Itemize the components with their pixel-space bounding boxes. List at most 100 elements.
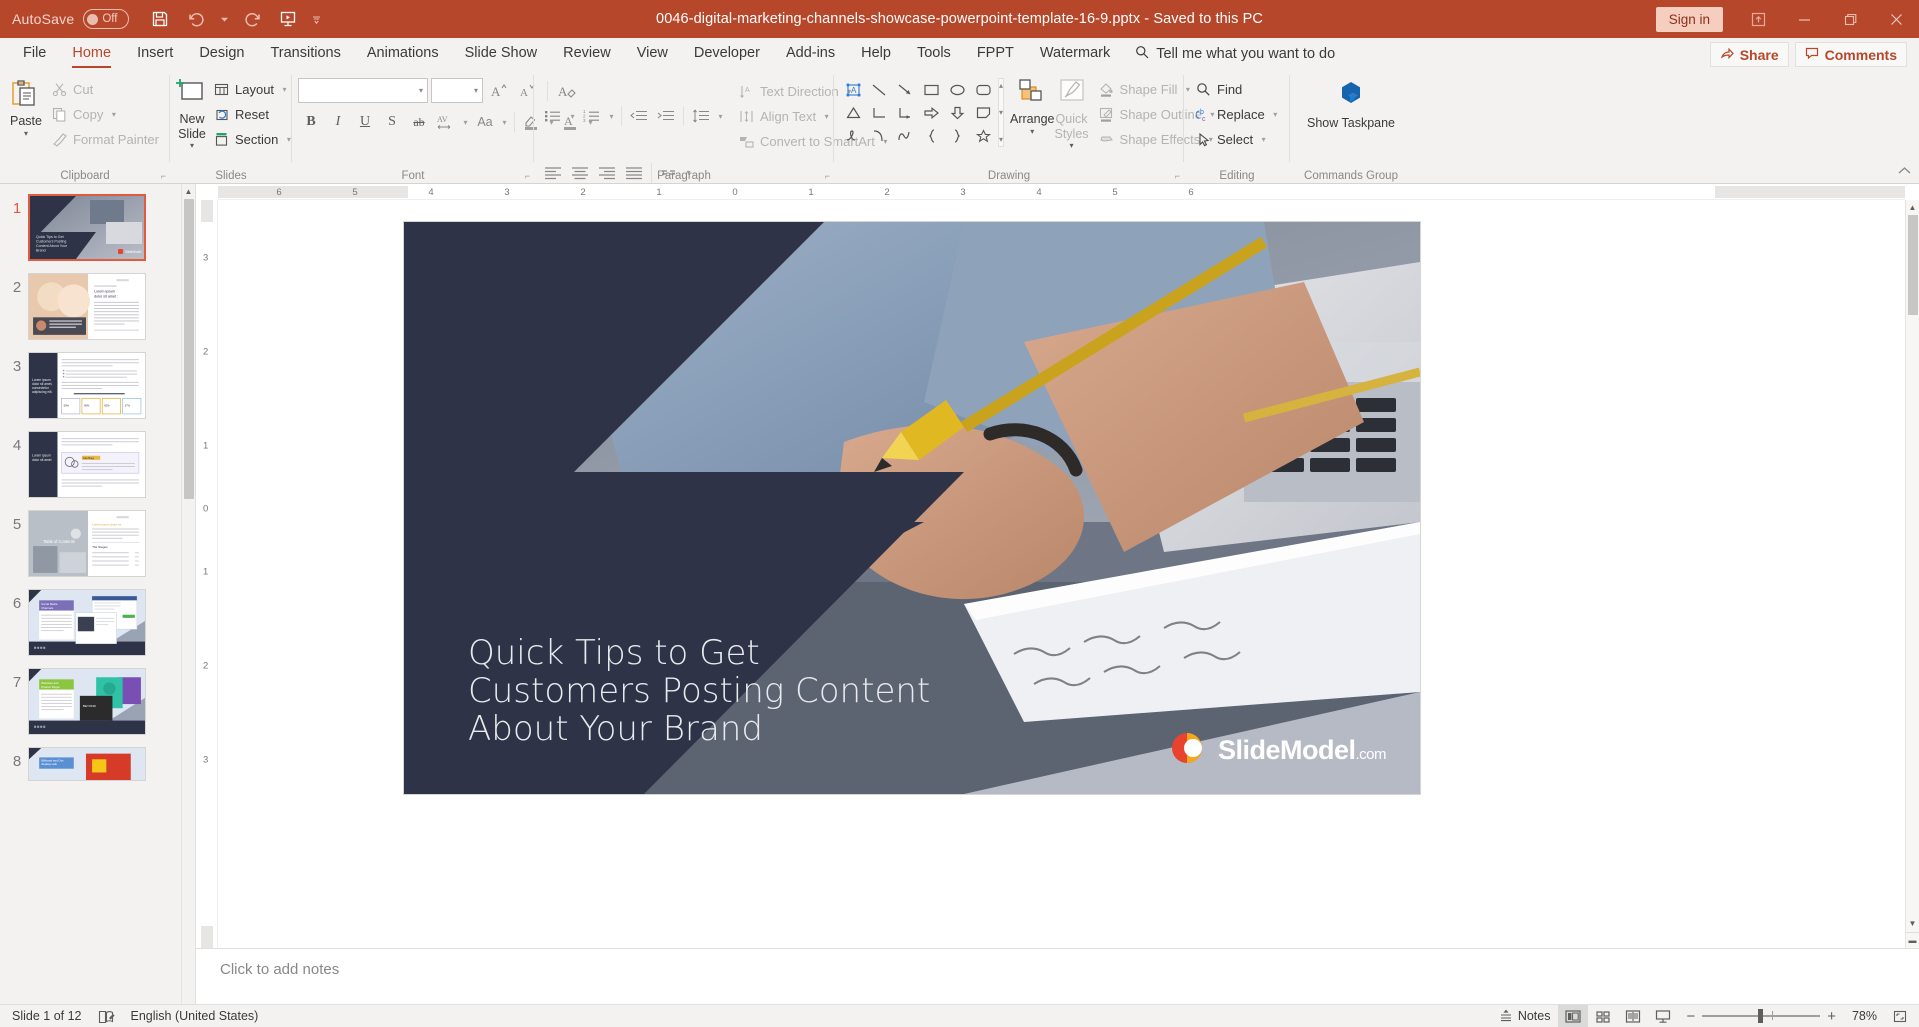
customize-quick-access-toolbar-icon[interactable] [307,4,325,34]
curve-shape-icon[interactable] [866,124,892,147]
underline-button[interactable]: U [352,110,378,134]
chevron-down-icon[interactable]: ▾ [24,131,28,137]
save-icon[interactable] [143,4,177,34]
chevron-down-icon[interactable]: ▾ [279,85,290,94]
normal-view-icon[interactable] [1558,1005,1588,1027]
find-button[interactable]: Find [1190,77,1286,101]
slide-counter[interactable]: Slide 1 of 12 [4,1005,90,1027]
star-shape-icon[interactable] [970,124,996,147]
autosave-toggle[interactable]: Off [83,9,129,29]
arc-shape-icon[interactable] [892,124,918,147]
chevron-down-icon[interactable]: ▾ [606,112,617,121]
scroll-down-icon[interactable]: ▾ [999,108,1003,117]
split-view-handle-icon[interactable]: ▬ [1906,932,1919,948]
cut-button[interactable]: Cut [46,77,164,101]
text-box-shape-icon[interactable]: A [840,78,866,101]
increase-font-size-button[interactable]: A [486,79,512,103]
character-spacing-button[interactable]: AV [433,110,459,134]
show-taskpane-button[interactable]: Show Taskpane [1303,73,1399,132]
tell-me-search[interactable]: Tell me what you want to do [1123,38,1347,69]
quick-styles-button[interactable]: Quick Styles ▾ [1055,73,1089,149]
scroll-up-icon[interactable]: ▲ [1906,200,1919,215]
ribbon-display-options-icon[interactable] [1735,0,1781,38]
paragraph-dialog-launcher[interactable]: ⌐ [825,171,830,181]
folded-corner-shape-icon[interactable] [970,101,996,124]
comments-button[interactable]: Comments [1795,42,1907,67]
slide-thumbnail-preview[interactable]: Billboard and Out- displays ads [28,747,146,781]
chevron-down-icon[interactable]: ▾ [474,86,478,95]
shapes-gallery[interactable]: A [840,73,996,147]
close-icon[interactable] [1873,0,1919,38]
slide-thumbnail-7[interactable]: 7 Websites and Product Pages [0,668,195,735]
scroll-up-icon[interactable]: ▴ [999,81,1003,90]
paste-button[interactable]: Paste ▾ [6,73,46,137]
elbow-arrow-connector-shape-icon[interactable] [892,101,918,124]
drawing-dialog-launcher[interactable]: ⌐ [1175,171,1180,181]
line-arrow-shape-icon[interactable] [892,78,918,101]
minimize-icon[interactable] [1781,0,1827,38]
line-shape-icon[interactable] [866,78,892,101]
slide-title-text[interactable]: Quick Tips to Get Customers Posting Cont… [468,634,938,748]
accessibility-checker-icon[interactable] [90,1005,123,1027]
shapes-more-icon[interactable]: ▾ [999,135,1003,144]
arrange-button[interactable]: Arrange ▾ [1010,73,1054,135]
scrollbar-thumb[interactable] [1908,215,1918,315]
chevron-down-icon[interactable]: ▾ [1030,129,1034,135]
scroll-up-icon[interactable]: ▲ [182,184,195,199]
oval-shape-icon[interactable] [944,78,970,101]
slide-canvas[interactable]: Quick Tips to Get Customers Posting Cont… [218,200,1905,948]
redo-icon[interactable] [235,4,269,34]
scribble-shape-icon[interactable] [840,124,866,147]
slide-thumbnail-pane[interactable]: 1 Quick Tips to Get Customers Posting [0,184,196,1004]
tab-help[interactable]: Help [848,38,904,69]
sign-in-button[interactable]: Sign in [1656,7,1723,32]
numbering-button[interactable]: 123 [579,105,605,128]
rounded-rectangle-shape-icon[interactable] [970,78,996,101]
slide-thumbnail-1[interactable]: 1 Quick Tips to Get Customers Posting [0,194,195,261]
chevron-down-icon[interactable]: ▾ [460,118,471,127]
zoom-in-button[interactable]: + [1827,1008,1836,1025]
change-case-button[interactable]: Aa [472,110,498,134]
current-slide[interactable]: Quick Tips to Get Customers Posting Cont… [404,222,1420,794]
increase-indent-button[interactable] [653,105,679,128]
slide-thumbnail-4[interactable]: 4 Lorem ipsum dolor sit amet [0,431,195,498]
tab-fppt[interactable]: FPPT [964,38,1027,69]
slide-thumbnail-preview[interactable]: Lorem ipsum dolor sit amet : [28,273,146,340]
chevron-down-icon[interactable]: ▾ [1070,143,1074,149]
tab-transitions[interactable]: Transitions [257,38,353,69]
tab-insert[interactable]: Insert [124,38,186,69]
slide-thumbnail-preview[interactable]: Websites and Product Pages BEYOND [28,668,146,735]
chevron-down-icon[interactable]: ▾ [1270,110,1281,119]
chevron-down-icon[interactable]: ▾ [108,110,119,119]
tab-add-ins[interactable]: Add-ins [773,38,848,69]
undo-dropdown-icon[interactable] [215,4,233,34]
select-button[interactable]: Select ▾ [1190,127,1286,151]
slide-thumbnail-6[interactable]: 6 Social Media Channels [0,589,195,656]
reading-view-icon[interactable] [1618,1005,1648,1027]
format-painter-button[interactable]: Format Painter [46,127,164,151]
strikethrough-button[interactable]: ab [406,110,432,134]
section-button[interactable]: Section ▾ [208,127,299,151]
slide-thumbnail-preview[interactable]: Quick Tips to Get Customers Posting Cont… [28,194,146,261]
bullets-button[interactable] [540,105,566,128]
notes-toggle-button[interactable]: Notes [1491,1005,1559,1027]
text-shadow-button[interactable]: S [379,110,405,134]
shapes-gallery-scrollbar[interactable]: ▴ ▾ ▾ [998,78,1004,147]
copy-button[interactable]: Copy ▾ [46,102,164,126]
thumbnail-pane-scrollbar[interactable]: ▲ [181,184,195,1004]
slide-thumbnail-preview[interactable]: Social Media Channels [28,589,146,656]
zoom-control[interactable]: − + 78% [1678,1008,1885,1025]
decrease-indent-button[interactable] [626,105,652,128]
slide-thumbnail-8[interactable]: 8 Billboard and Out- displays ads [0,747,195,781]
font-name-input[interactable]: ▾ [298,78,428,103]
triangle-shape-icon[interactable] [840,101,866,124]
tab-tools[interactable]: Tools [904,38,964,69]
down-arrow-shape-icon[interactable] [944,101,970,124]
chevron-down-icon[interactable]: ▾ [1258,135,1269,144]
scroll-down-icon[interactable]: ▼ [1906,916,1919,931]
rectangle-shape-icon[interactable] [918,78,944,101]
share-button[interactable]: Share [1710,42,1789,67]
chevron-down-icon[interactable]: ▾ [567,112,578,121]
scrollbar-thumb[interactable] [184,199,194,499]
chevron-down-icon[interactable]: ▾ [190,143,194,149]
